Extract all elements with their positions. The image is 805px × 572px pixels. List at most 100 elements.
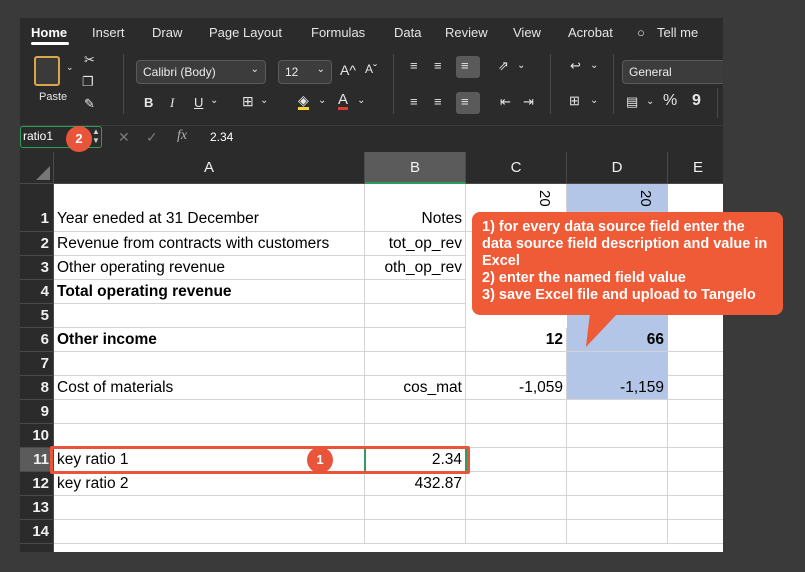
row-header-2[interactable]: 2: [20, 232, 54, 256]
formula-input[interactable]: 2.34: [210, 130, 233, 144]
cell-b1[interactable]: Notes: [365, 184, 466, 232]
cell-a2[interactable]: Revenue from contracts with customers: [54, 232, 365, 256]
tab-home[interactable]: Home: [31, 25, 67, 40]
cell-e12[interactable]: [668, 472, 723, 496]
cell-b12[interactable]: 432.87: [365, 472, 466, 496]
cell-c12[interactable]: [466, 472, 567, 496]
column-header-d[interactable]: D: [567, 152, 668, 184]
row-header-15[interactable]: [20, 544, 54, 552]
font-size-select[interactable]: 12 ⌄: [278, 60, 332, 84]
column-header-e[interactable]: E: [668, 152, 723, 184]
row-header-14[interactable]: 14: [20, 520, 54, 544]
chevron-down-icon[interactable]: ⌄: [590, 60, 598, 71]
cell-e13[interactable]: [668, 496, 723, 520]
cell-e9[interactable]: [668, 400, 723, 424]
cell-d13[interactable]: [567, 496, 668, 520]
increase-indent-icon[interactable]: ⇥: [523, 94, 534, 110]
cell-b4[interactable]: [365, 280, 466, 304]
chevron-down-icon[interactable]: ⌄: [210, 95, 218, 106]
format-painter-icon[interactable]: ✎: [84, 96, 95, 112]
paste-icon[interactable]: [34, 56, 60, 86]
row-header-6[interactable]: 6: [20, 328, 54, 352]
chevron-down-icon[interactable]: ⌄: [318, 95, 326, 106]
chevron-down-icon[interactable]: ⌄: [517, 60, 525, 71]
cell-a12[interactable]: key ratio 2: [54, 472, 365, 496]
cell-d9[interactable]: [567, 400, 668, 424]
confirm-icon[interactable]: ✓: [146, 129, 158, 146]
cell-d8[interactable]: -1,159: [567, 376, 668, 400]
cell-e8[interactable]: [668, 376, 723, 400]
cell-c9[interactable]: [466, 400, 567, 424]
cell-b7[interactable]: [365, 352, 466, 376]
cell-a5[interactable]: [54, 304, 365, 328]
row-header-10[interactable]: 10: [20, 424, 54, 448]
cell-c6[interactable]: 12: [466, 328, 567, 352]
cell-e11[interactable]: [668, 448, 723, 472]
tab-page-layout[interactable]: Page Layout: [209, 25, 282, 40]
chevron-down-icon[interactable]: ⌄: [590, 95, 598, 106]
cell-b10[interactable]: [365, 424, 466, 448]
tab-tell-me[interactable]: Tell me: [657, 25, 698, 40]
cell-a3[interactable]: Other operating revenue: [54, 256, 365, 280]
grow-font-icon[interactable]: A^: [340, 62, 356, 78]
cell-c14[interactable]: [466, 520, 567, 544]
cell-b13[interactable]: [365, 496, 466, 520]
tab-data[interactable]: Data: [394, 25, 421, 40]
cell-e7[interactable]: [668, 352, 723, 376]
cell-d14[interactable]: [567, 520, 668, 544]
cell-a6[interactable]: Other income: [54, 328, 365, 352]
tab-review[interactable]: Review: [445, 25, 488, 40]
cell-c10[interactable]: [466, 424, 567, 448]
cell-c7[interactable]: [466, 352, 567, 376]
row-header-1[interactable]: 1: [20, 184, 54, 232]
accounting-format-icon[interactable]: ▤: [626, 94, 638, 110]
insert-function-icon[interactable]: fx: [177, 128, 187, 144]
cell-b2[interactable]: tot_op_rev: [365, 232, 466, 256]
cell-a4[interactable]: Total operating revenue: [54, 280, 365, 304]
row-header-11[interactable]: 11: [20, 448, 54, 472]
cell-a7[interactable]: [54, 352, 365, 376]
cell-b9[interactable]: [365, 400, 466, 424]
column-header-c[interactable]: C: [466, 152, 567, 184]
cut-icon[interactable]: ✂: [84, 52, 95, 68]
font-color-icon[interactable]: A: [338, 92, 349, 110]
cell-a13[interactable]: [54, 496, 365, 520]
cell-d12[interactable]: [567, 472, 668, 496]
percent-style-button[interactable]: %: [663, 92, 677, 110]
cell-e14[interactable]: [668, 520, 723, 544]
tab-formulas[interactable]: Formulas: [311, 25, 365, 40]
row-header-12[interactable]: 12: [20, 472, 54, 496]
cell-c11[interactable]: [466, 448, 567, 472]
row-header-13[interactable]: 13: [20, 496, 54, 520]
column-header-a[interactable]: A: [54, 152, 365, 184]
chevron-down-icon[interactable]: ⌄: [646, 96, 654, 107]
cell-b3[interactable]: oth_op_rev: [365, 256, 466, 280]
cell-b14[interactable]: [365, 520, 466, 544]
bold-button[interactable]: B: [144, 95, 153, 110]
select-all-button[interactable]: [20, 152, 54, 184]
row-header-9[interactable]: 9: [20, 400, 54, 424]
cancel-icon[interactable]: ✕: [118, 129, 130, 146]
align-left-icon[interactable]: ≡: [410, 94, 418, 109]
cell-e10[interactable]: [668, 424, 723, 448]
column-header-b[interactable]: B: [365, 152, 466, 184]
tab-insert[interactable]: Insert: [92, 25, 125, 40]
cell-b8[interactable]: cos_mat: [365, 376, 466, 400]
chevron-down-icon[interactable]: ⌄: [357, 95, 365, 106]
align-center-icon[interactable]: ≡: [434, 94, 442, 109]
underline-button[interactable]: U: [194, 95, 203, 110]
align-middle-icon[interactable]: ≡: [434, 58, 442, 73]
cell-d10[interactable]: [567, 424, 668, 448]
font-name-select[interactable]: Calibri (Body) ⌄: [136, 60, 266, 84]
copy-icon[interactable]: ❐: [82, 74, 94, 90]
borders-icon[interactable]: ⊞: [242, 93, 254, 110]
align-top-icon[interactable]: ≡: [410, 58, 418, 73]
tab-view[interactable]: View: [513, 25, 541, 40]
row-header-4[interactable]: 4: [20, 280, 54, 304]
row-header-8[interactable]: 8: [20, 376, 54, 400]
comma-style-button[interactable]: 9: [692, 92, 701, 110]
tab-draw[interactable]: Draw: [152, 25, 182, 40]
chevron-down-icon[interactable]: ⌄: [260, 95, 268, 106]
cell-d11[interactable]: [567, 448, 668, 472]
italic-button[interactable]: I: [170, 95, 174, 111]
